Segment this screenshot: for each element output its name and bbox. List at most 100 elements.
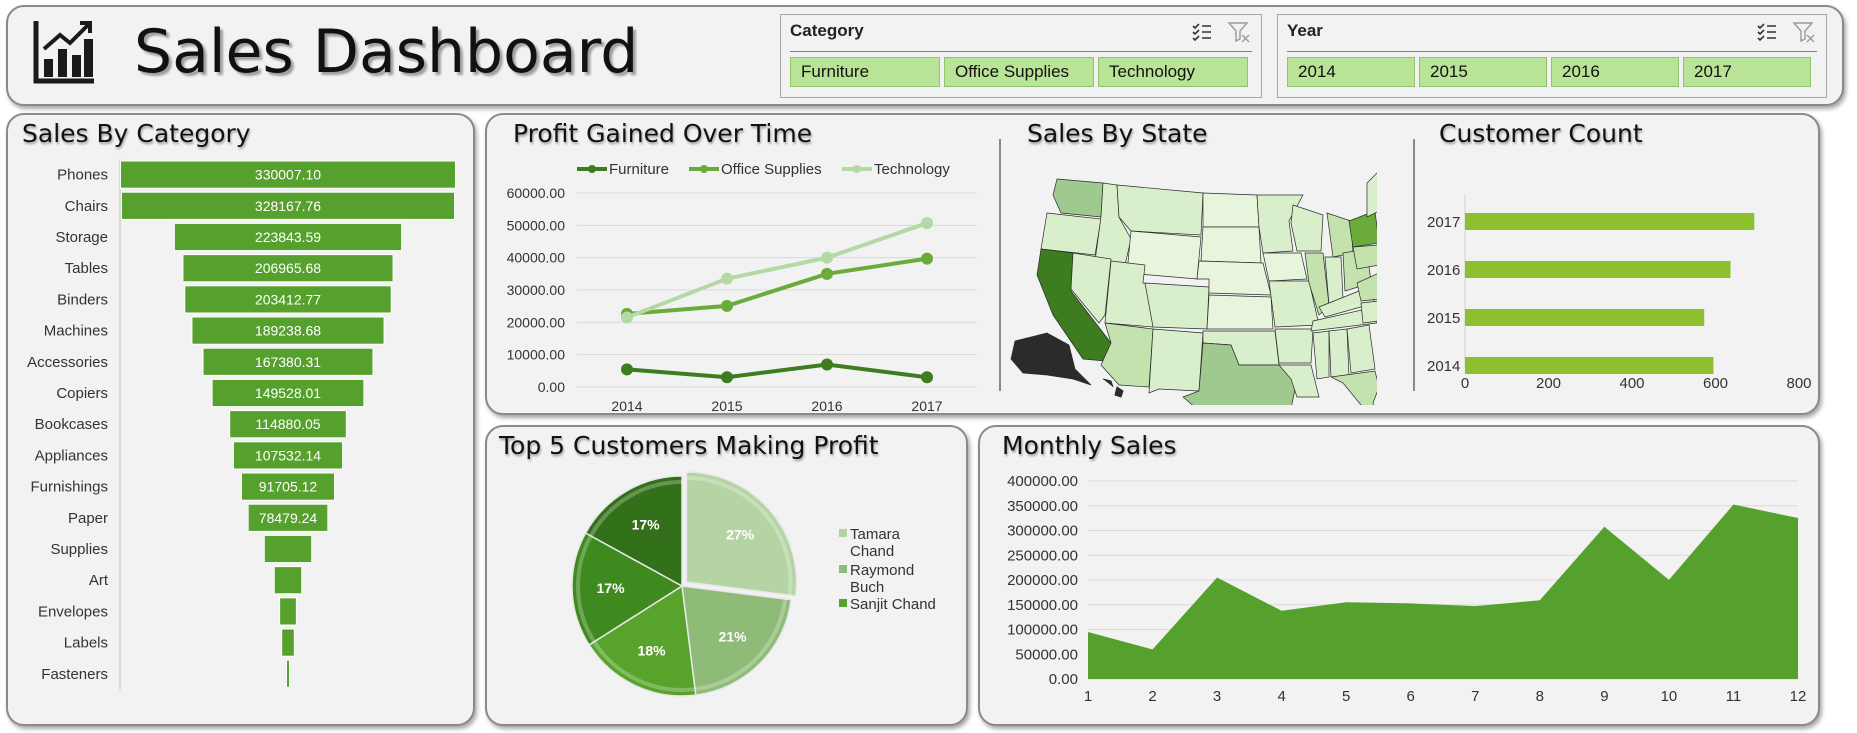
y-tick-label: 400000.00 (1007, 473, 1078, 490)
category-option-furniture[interactable]: Furniture (790, 57, 940, 87)
category-label: Chairs (65, 198, 108, 215)
year-slicer: Year 2014 2015 2016 2017 (1277, 14, 1827, 98)
monthly-sales-panel: Monthly Sales 0.00 50000.00 100000.00 15000… (978, 425, 1820, 726)
y-tick-label: 50000.00 (1015, 646, 1078, 663)
legend-marker (588, 165, 596, 173)
category-slicer: Category Furniture Office Supplies Techn… (780, 14, 1262, 98)
map-state-wa (1052, 178, 1104, 218)
clear-filter-icon[interactable] (1792, 21, 1816, 43)
sales-by-category-panel: Sales By Category Phones 330007.10 Chairs 3… (6, 113, 475, 726)
map-state-wi (1290, 204, 1324, 252)
sales-by-category-title: Sales By Category (22, 119, 251, 148)
year-option-2016[interactable]: 2016 (1551, 57, 1679, 87)
map-state-nc (1360, 300, 1377, 324)
y-tick-label: 350000.00 (1007, 498, 1078, 515)
year-slicer-label: Year (1287, 21, 1323, 40)
legend-swatch (839, 529, 847, 537)
map-state-or (1040, 212, 1102, 256)
slice-label: 17% (632, 516, 661, 532)
us-sales-map (1010, 172, 1377, 405)
customer-count-title: Customer Count (1439, 119, 1643, 148)
legend-label: Office Supplies (721, 161, 822, 178)
y-tick-label: 10000.00 (507, 347, 566, 363)
x-tick-label: 11 (1726, 688, 1742, 705)
bar (281, 628, 295, 657)
data-label: 91705.12 (259, 479, 318, 495)
data-point (821, 358, 833, 371)
map-state-ga (1346, 324, 1376, 374)
clear-filter-icon[interactable] (1227, 21, 1251, 43)
data-point (921, 371, 933, 384)
category-label: Storage (55, 229, 108, 246)
x-tick-label: 2015 (711, 398, 742, 414)
x-tick-label: 8 (1536, 688, 1544, 705)
x-tick-label: 2 (1148, 688, 1156, 705)
y-tick-label: 50000.00 (507, 217, 566, 233)
x-tick-label: 0 (1461, 375, 1469, 392)
bar-chart-icon (33, 21, 94, 84)
sales-by-category-chart: Phones 330007.10 Chairs 328167.76 Storage 223… (27, 159, 456, 690)
y-tick-label: 2016 (1427, 262, 1460, 279)
series-line (626, 362, 928, 380)
legend-label: Tamara Chand (850, 526, 901, 560)
category-label: Supplies (50, 541, 108, 558)
category-label: Envelopes (38, 603, 108, 620)
data-label: 189238.68 (255, 323, 321, 339)
y-tick-label: 2014 (1427, 358, 1460, 375)
slice-label: 27% (726, 527, 755, 543)
top-customers-title: Top 5 Customers Making Profit (499, 431, 879, 460)
data-point (621, 311, 633, 324)
bar (285, 659, 291, 688)
legend-marker (700, 165, 708, 173)
y-tick-label: 200000.00 (1007, 572, 1078, 589)
multi-select-icon[interactable] (1191, 21, 1213, 43)
bar (279, 597, 297, 626)
slice-label: 17% (597, 580, 626, 596)
slice-label: 21% (719, 629, 748, 645)
top-customers-panel: Top 5 Customers Making Profit 27% 21% 18% 1… (485, 425, 968, 726)
legend-swatch (839, 599, 847, 607)
series-line (626, 221, 928, 320)
profit-over-time-title: Profit Gained Over Time (513, 119, 813, 148)
bar (1465, 357, 1714, 374)
top-charts-panel: Profit Gained Over Time 0.00 10000.00 2000… (485, 113, 1820, 415)
year-option-2015[interactable]: 2015 (1419, 57, 1547, 87)
y-tick-label: 30000.00 (507, 282, 566, 298)
profit-over-time-chart: 0.00 10000.00 20000.00 30000.00 40000.00 5000… (507, 161, 977, 414)
data-label: 328167.76 (255, 198, 321, 214)
category-label: Furnishings (30, 479, 108, 496)
y-tick-label: 0.00 (1049, 671, 1078, 688)
map-state-new-england (1366, 172, 1377, 218)
data-point (721, 272, 733, 285)
data-point (621, 363, 633, 376)
monthly-sales-title: Monthly Sales (1002, 431, 1177, 460)
year-option-2017[interactable]: 2017 (1683, 57, 1811, 87)
bar (1465, 213, 1755, 230)
map-state-ny (1348, 210, 1377, 248)
multi-select-icon[interactable] (1756, 21, 1778, 43)
y-tick-label: 250000.00 (1007, 547, 1078, 564)
map-state-ks (1206, 294, 1274, 330)
x-tick-label: 9 (1600, 688, 1608, 705)
x-tick-label: 5 (1342, 688, 1350, 705)
map-state-fl (1329, 370, 1377, 405)
legend-label: Furniture (609, 161, 669, 178)
y-tick-label: 0.00 (538, 379, 565, 395)
category-label: Machines (44, 323, 108, 340)
map-state-nd (1202, 192, 1260, 228)
category-label: Tables (65, 260, 108, 277)
category-option-office-supplies[interactable]: Office Supplies (944, 57, 1094, 87)
x-tick-label: 6 (1407, 688, 1415, 705)
legend-swatch (839, 565, 847, 573)
data-point (721, 299, 733, 312)
legend-label: Sanjit Chand (850, 596, 936, 613)
category-option-technology[interactable]: Technology (1098, 57, 1248, 87)
year-option-2014[interactable]: 2014 (1287, 57, 1415, 87)
data-label: 78479.24 (259, 510, 318, 526)
map-state-mt (1116, 184, 1204, 236)
data-point (921, 252, 933, 265)
x-tick-label: 3 (1213, 688, 1221, 705)
header-panel: Sales Dashboard Category Furniture Offic… (6, 5, 1844, 106)
data-point (721, 371, 733, 384)
map-state-mi (1326, 212, 1354, 258)
